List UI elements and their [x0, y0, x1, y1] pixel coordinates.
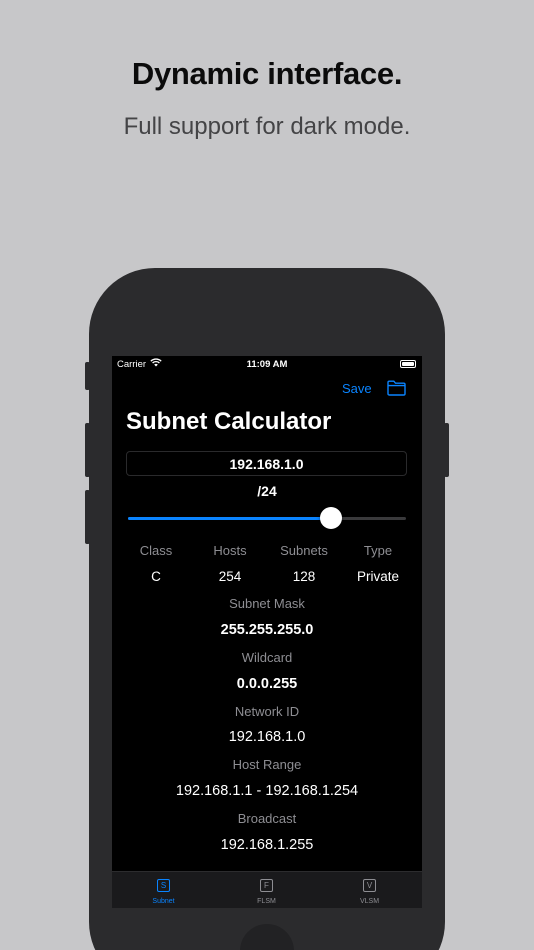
tab-flsm[interactable]: F FLSM [215, 872, 318, 908]
tab-vlsm-label: VLSM [359, 898, 380, 905]
app-screen: Carrier 11:09 AM Save Subnet Calculator … [112, 356, 422, 908]
summary-header-subnets: Subnets [280, 543, 328, 558]
host-range-label: Host Range [232, 757, 302, 772]
promo-headline: Dynamic interface. [131, 56, 403, 91]
host-range-value: 192.168.1.1 - 192.168.1.254 [175, 783, 359, 799]
folder-icon[interactable] [387, 380, 406, 396]
ip-address-input[interactable] [126, 451, 407, 476]
tab-flsm-label: FLSM [257, 898, 276, 905]
broadcast-value: 192.168.1.255 [220, 837, 314, 853]
summary-value-type: Private [356, 569, 400, 584]
prefix-slider-fill [128, 517, 331, 520]
cidr-prefix-label: /24 [257, 483, 277, 499]
prefix-slider[interactable] [128, 507, 406, 529]
summary-headers: Class Hosts Subnets Type [112, 543, 422, 559]
promo-subhead: Full support for dark mode. [123, 113, 411, 140]
battery-icon [400, 360, 416, 368]
mute-switch [85, 362, 90, 390]
subnet-mask-label: Subnet Mask [229, 596, 305, 611]
wildcard-value: 0.0.0.255 [236, 676, 298, 692]
flsm-tab-icon: F [260, 879, 273, 892]
summary-header-type: Type [363, 543, 393, 558]
tab-subnet-label: Subnet [152, 898, 175, 905]
summary-values: C 254 128 Private [112, 569, 422, 585]
summary-value-class: C [151, 569, 161, 584]
summary-header-hosts: Hosts [213, 543, 247, 558]
volume-down-button [85, 490, 90, 544]
save-button[interactable]: Save [342, 381, 372, 396]
vlsm-tab-icon: V [363, 879, 376, 892]
network-id-label: Network ID [234, 704, 300, 719]
status-bar: Carrier 11:09 AM [112, 356, 422, 372]
power-button [444, 423, 449, 477]
page-title: Subnet Calculator [126, 408, 332, 435]
volume-up-button [85, 423, 90, 477]
summary-value-subnets: 128 [292, 569, 316, 584]
network-id-value: 192.168.1.0 [228, 729, 306, 745]
broadcast-label: Broadcast [237, 811, 297, 826]
tab-vlsm[interactable]: V VLSM [318, 872, 421, 908]
wildcard-label: Wildcard [241, 650, 293, 665]
subnet-mask-value: 255.255.255.0 [220, 622, 314, 638]
subnet-tab-icon: S [157, 879, 170, 892]
tab-bar: S Subnet F FLSM V VLSM [112, 871, 422, 908]
tab-subnet[interactable]: S Subnet [112, 872, 215, 908]
prefix-slider-thumb[interactable] [319, 507, 342, 529]
status-time: 11:09 AM [246, 359, 288, 370]
summary-value-hosts: 254 [218, 569, 242, 584]
summary-header-class: Class [139, 543, 173, 558]
